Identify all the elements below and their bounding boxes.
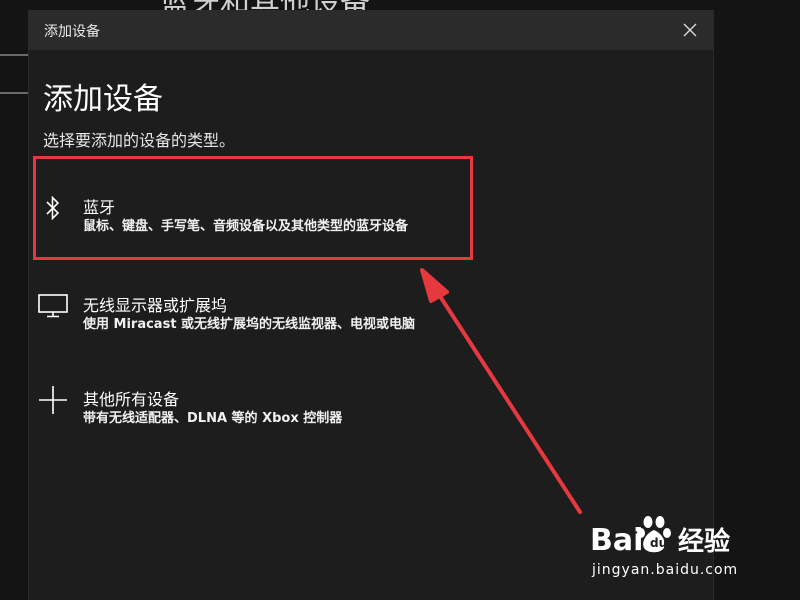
dialog-heading: 添加设备 [43,82,163,117]
screen: 蓝牙和其他设备 添加设备 添加设备 选择要添加的设备的类型。 蓝牙 鼠标、键盘、… [0,0,800,600]
background-nav-line [0,54,28,56]
watermark-url: jingyan.baidu.com [592,562,739,578]
close-button[interactable] [667,10,713,50]
option-description: 使用 Miracast 或无线扩展坞的无线监视器、电视或电脑 [83,317,416,332]
baidu-jingyan-watermark: du Bai 经验 jingyan.baidu.com [586,514,786,584]
svg-text:du: du [650,536,667,550]
baidu-jingyan-logo: du Bai 经验 [590,516,730,558]
dialog-subtitle: 选择要添加的设备的类型。 [43,131,236,150]
bluetooth-icon [37,192,69,224]
add-device-dialog: 添加设备 添加设备 选择要添加的设备的类型。 蓝牙 鼠标、键盘、手写笔、音频设备… [28,10,714,600]
monitor-icon [37,290,69,322]
option-description: 带有无线适配器、DLNA 等的 Xbox 控制器 [83,411,343,426]
dialog-title: 添加设备 [44,24,100,40]
svg-text:Bai: Bai [590,523,643,558]
option-everything-else[interactable]: 其他所有设备 带有无线适配器、DLNA 等的 Xbox 控制器 [33,350,469,446]
dialog-titlebar: 添加设备 [29,10,713,50]
plus-icon [37,384,69,416]
close-icon [683,23,697,37]
background-nav-line [0,92,28,94]
option-bluetooth[interactable]: 蓝牙 鼠标、键盘、手写笔、音频设备以及其他类型的蓝牙设备 [33,158,469,254]
option-wireless-display[interactable]: 无线显示器或扩展坞 使用 Miracast 或无线扩展坞的无线监视器、电视或电脑 [33,256,453,352]
svg-text:经验: 经验 [678,526,730,557]
option-description: 鼠标、键盘、手写笔、音频设备以及其他类型的蓝牙设备 [83,219,409,234]
